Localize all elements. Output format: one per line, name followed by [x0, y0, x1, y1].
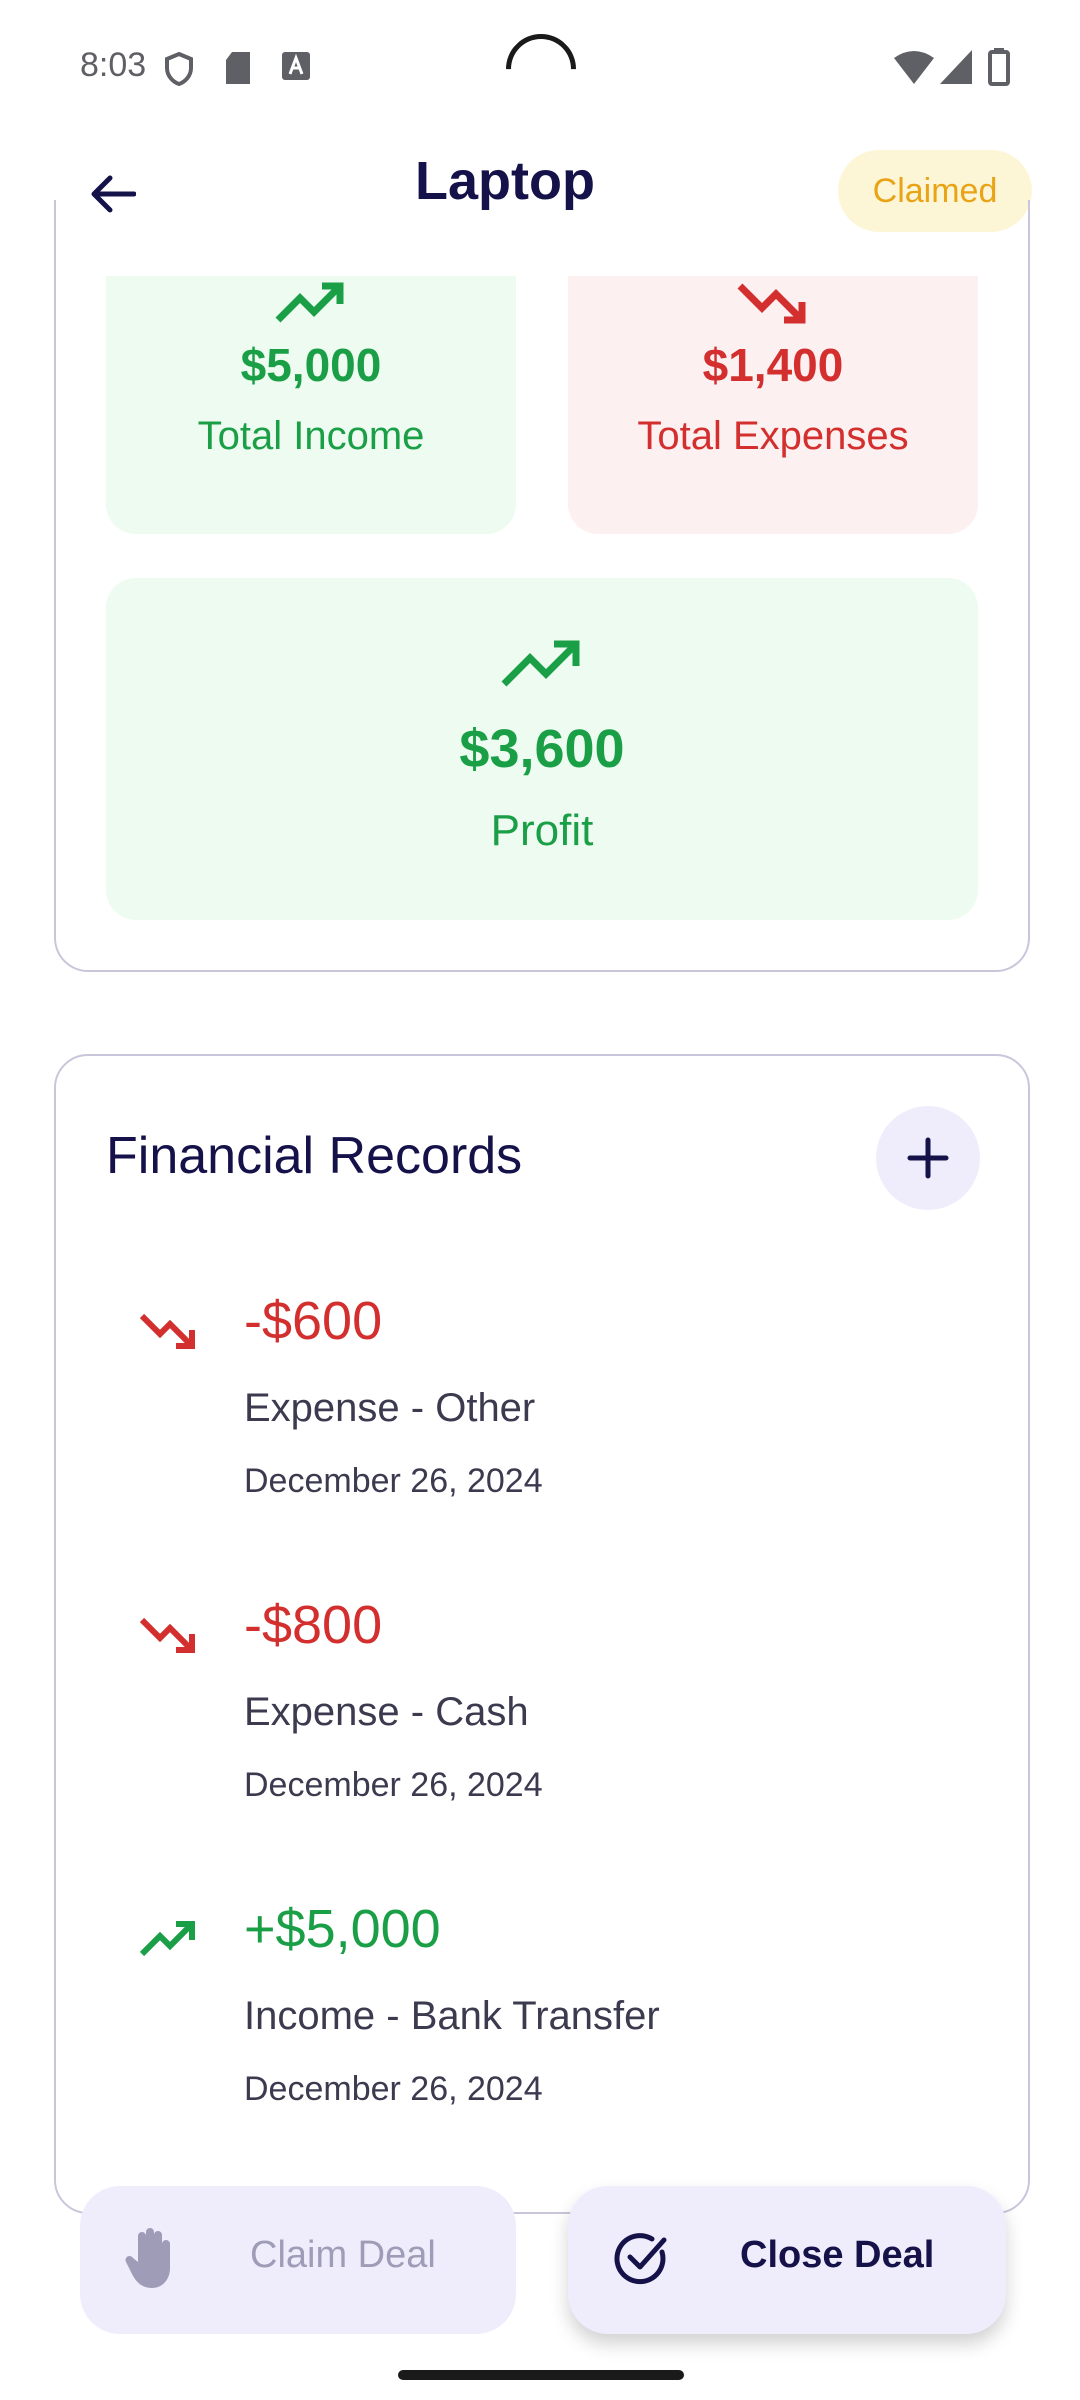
- financial-records-title: Financial Records: [106, 1127, 523, 1185]
- total-income-label: Total Income: [197, 414, 425, 458]
- total-income-value: $5,000: [240, 339, 382, 391]
- status-time: 8:03: [80, 46, 147, 84]
- record-amount: +$5,000: [244, 1899, 441, 1959]
- record-description: Income - Bank Transfer: [244, 1994, 660, 2038]
- record-date: December 26, 2024: [244, 1766, 543, 1804]
- hand-icon: [125, 2228, 170, 2288]
- trending-up-icon: [501, 640, 580, 687]
- list-item[interactable]: +$5,000 Income - Bank Transfer December …: [106, 1898, 966, 2138]
- home-indicator[interactable]: [398, 2370, 684, 2380]
- profit-label: Profit: [490, 806, 594, 855]
- total-income-tile: $5,000 Total Income: [106, 276, 516, 534]
- total-expenses-tile: $1,400 Total Expenses: [568, 276, 978, 534]
- camera-cutout: [491, 19, 591, 119]
- record-amount: -$600: [244, 1291, 383, 1351]
- record-amount: -$800: [244, 1595, 383, 1655]
- record-date: December 26, 2024: [244, 1462, 543, 1500]
- trending-down-icon: [737, 283, 806, 324]
- close-deal-label: Close Deal: [740, 2234, 935, 2276]
- total-expenses-value: $1,400: [702, 339, 844, 391]
- record-description: Expense - Other: [244, 1386, 536, 1430]
- list-item[interactable]: -$600 Expense - Other December 26, 2024: [106, 1290, 966, 1530]
- total-expenses-label: Total Expenses: [637, 414, 909, 458]
- add-record-button[interactable]: [876, 1106, 980, 1210]
- profit-tile: $3,600 Profit: [106, 578, 978, 920]
- check-circle-icon: [614, 2233, 667, 2285]
- record-date: December 26, 2024: [244, 2070, 543, 2108]
- trending-up-icon: [275, 282, 344, 323]
- trending-up-icon: [140, 1921, 195, 1957]
- profit-value: $3,600: [459, 719, 625, 779]
- wifi-icon: [894, 50, 934, 89]
- record-description: Expense - Cash: [244, 1690, 529, 1734]
- text-icon: [282, 52, 310, 85]
- trending-down-icon: [140, 1617, 195, 1653]
- sd-card-icon: [224, 52, 252, 89]
- close-deal-button[interactable]: Close Deal: [568, 2186, 1006, 2334]
- list-item[interactable]: -$800 Expense - Cash December 26, 2024: [106, 1594, 966, 1834]
- status-bar: 8:03: [0, 0, 1080, 130]
- battery-icon: [988, 48, 1010, 91]
- screen: 8:03 Laptop Claimed $5,000 Total Income …: [0, 0, 1080, 2400]
- trending-down-icon: [140, 1313, 195, 1349]
- signal-icon: [940, 50, 972, 89]
- claim-deal-label: Claim Deal: [250, 2234, 436, 2276]
- shield-icon: [164, 51, 194, 91]
- plus-icon: [907, 1137, 949, 1179]
- claim-deal-button[interactable]: Claim Deal: [80, 2186, 516, 2334]
